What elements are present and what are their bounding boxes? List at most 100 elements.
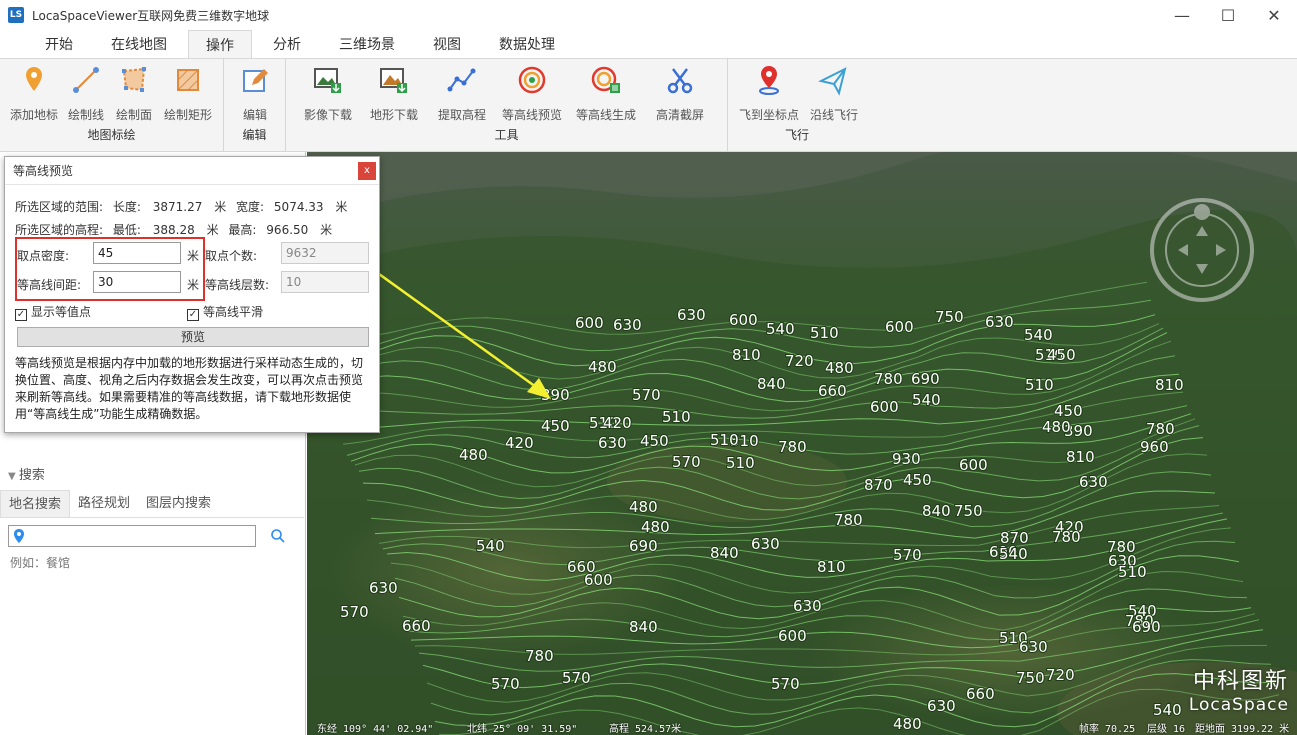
contour-label: 600: [959, 456, 988, 474]
dialog-close-button[interactable]: x: [358, 162, 376, 180]
menu-tab-online-map[interactable]: 在线地图: [94, 30, 184, 58]
status-fps: 帧率 70.25: [1079, 724, 1136, 735]
length-value: 3871.27: [152, 200, 203, 214]
contour-label: 540: [766, 320, 795, 338]
contour-preview-button[interactable]: 等高线预览: [498, 63, 566, 123]
contour-label: 690: [1132, 618, 1161, 636]
ribbon-group-plot-label: 地图标绘: [87, 128, 136, 142]
contour-label: 510: [726, 454, 755, 472]
tab-route-planning[interactable]: 路径规划: [70, 490, 138, 517]
status-bar: 东经 109° 44' 02.94" 北纬 25° 09' 31.59" 高程 …: [307, 717, 1297, 735]
search-icon[interactable]: [270, 528, 286, 544]
fly-along-line-label: 沿线飞行: [809, 108, 858, 122]
width-value: 5074.33: [273, 200, 324, 214]
contour-label: 480: [1042, 418, 1071, 436]
contour-label: 780: [1052, 528, 1081, 546]
range-label: 所选区域的范围:: [15, 200, 104, 214]
close-button[interactable]: ✕: [1251, 0, 1297, 30]
tab-place-search[interactable]: 地名搜索: [0, 490, 71, 517]
search-section-header[interactable]: ▼ 搜索: [8, 464, 45, 483]
contour-label: 630: [751, 535, 780, 553]
ribbon: 添加地标 绘制线 绘制面 绘制矩形 地图标绘 编辑 编辑 影像下载 地形下载 提…: [0, 58, 1297, 152]
interval-input[interactable]: 30: [93, 271, 181, 293]
minimize-button[interactable]: —: [1159, 0, 1205, 30]
layers-field: 10: [281, 271, 369, 293]
density-unit: 米: [187, 249, 200, 263]
contour-generate-button[interactable]: 等高线生成: [572, 63, 640, 123]
ribbon-group-plot: 添加地标 绘制线 绘制面 绘制矩形 地图标绘: [0, 59, 224, 151]
contour-label: 450: [541, 417, 570, 435]
maximize-button[interactable]: ☐: [1205, 0, 1251, 30]
contour-label: 930: [892, 450, 921, 468]
smooth-checkbox[interactable]: ✓ 等高线平滑: [187, 303, 263, 321]
density-input[interactable]: 45: [93, 242, 181, 264]
terrain-download-button[interactable]: 地形下载: [366, 63, 422, 123]
draw-rectangle-icon: [177, 69, 199, 91]
contour-label: 660: [402, 617, 431, 635]
search-input[interactable]: [8, 525, 256, 547]
draw-line-icon: [73, 67, 99, 93]
extract-elevation-label: 提取高程: [437, 108, 486, 122]
contour-label: 750: [954, 502, 983, 520]
contour-label: 600: [729, 311, 758, 329]
extract-elevation-icon: [447, 68, 476, 92]
contour-label: 840: [710, 544, 739, 562]
menu-tab-view[interactable]: 视图: [416, 30, 478, 58]
menu-tab-start[interactable]: 开始: [28, 30, 90, 58]
contour-label: 570: [771, 675, 800, 693]
map-view[interactable]: 600 630 630 600 540 510 600 750 630 540 510 480 810 7…: [307, 152, 1297, 735]
menu-tab-analysis[interactable]: 分析: [256, 30, 318, 58]
contour-label: 600: [575, 314, 604, 332]
fly-along-line-button[interactable]: 沿线飞行: [806, 63, 862, 123]
screenshot-button[interactable]: 高清截屏: [652, 63, 708, 123]
image-download-icon: [314, 68, 341, 93]
contour-label: 510: [1025, 376, 1054, 394]
ribbon-group-tools-label: 工具: [494, 128, 519, 142]
draw-rectangle-button[interactable]: 绘制矩形: [160, 63, 216, 123]
window-title: LocaSpaceViewer互联网免费三维数字地球: [32, 8, 270, 23]
add-placemark-button[interactable]: 添加地标: [6, 63, 62, 123]
preview-button[interactable]: 预览: [17, 327, 369, 347]
smooth-label: 等高线平滑: [203, 305, 264, 319]
count-field: 9632: [281, 242, 369, 264]
contour-label: 480: [641, 518, 670, 536]
contour-label: 600: [584, 571, 613, 589]
extract-elevation-button[interactable]: 提取高程: [434, 63, 490, 123]
contour-label: 480: [825, 359, 854, 377]
contour-label: 630: [1019, 638, 1048, 656]
screenshot-label: 高清截屏: [655, 108, 704, 122]
menu-tab-data-processing[interactable]: 数据处理: [482, 30, 572, 58]
app-logo-icon: LS: [8, 7, 24, 23]
contour-label: 870: [864, 476, 893, 494]
contour-label: 600: [870, 398, 899, 416]
tab-layer-search[interactable]: 图层内搜索: [138, 490, 219, 517]
menu-tab-operate[interactable]: 操作: [188, 30, 252, 59]
dialog-title: 等高线预览: [5, 157, 379, 185]
range-row: 所选区域的范围: 长度: 3871.27 米 宽度: 5074.33 米: [15, 198, 347, 215]
elevation-row: 所选区域的高程: 最低: 388.28 米 最高: 966.50 米: [15, 221, 332, 238]
contour-label: 810: [817, 558, 846, 576]
elevation-label: 所选区域的高程:: [15, 223, 104, 237]
ribbon-group-edit-label: 编辑: [242, 128, 267, 142]
fly-to-point-button[interactable]: 飞到坐标点: [736, 63, 802, 123]
contour-label: 780: [1146, 420, 1175, 438]
menu-tab-3d-scene[interactable]: 三维场景: [322, 30, 412, 58]
draw-polygon-label: 绘制面: [115, 108, 152, 122]
contour-label: 720: [785, 352, 814, 370]
contour-label: 480: [459, 446, 488, 464]
contour-label: 690: [629, 537, 658, 555]
contour-label: 450: [1047, 346, 1076, 364]
image-download-button[interactable]: 影像下载: [300, 63, 356, 123]
contour-label: 630: [369, 579, 398, 597]
terrain-3d-view[interactable]: 600 630 630 600 540 510 600 750 630 540 510 480 810 7…: [307, 152, 1297, 735]
fly-along-line-icon: [818, 67, 847, 96]
max-elev-label: 最高:: [228, 223, 257, 237]
min-elev-label: 最低:: [112, 223, 141, 237]
contour-preview-label: 等高线预览: [501, 108, 562, 122]
show-points-checkbox[interactable]: ✓ 显示等值点: [15, 303, 91, 321]
contour-label: 480: [588, 358, 617, 376]
width-unit: 米: [335, 200, 348, 214]
contour-label: 480: [629, 498, 658, 516]
edit-button[interactable]: 编辑: [227, 63, 283, 123]
draw-polygon-button[interactable]: 绘制面: [106, 63, 162, 123]
